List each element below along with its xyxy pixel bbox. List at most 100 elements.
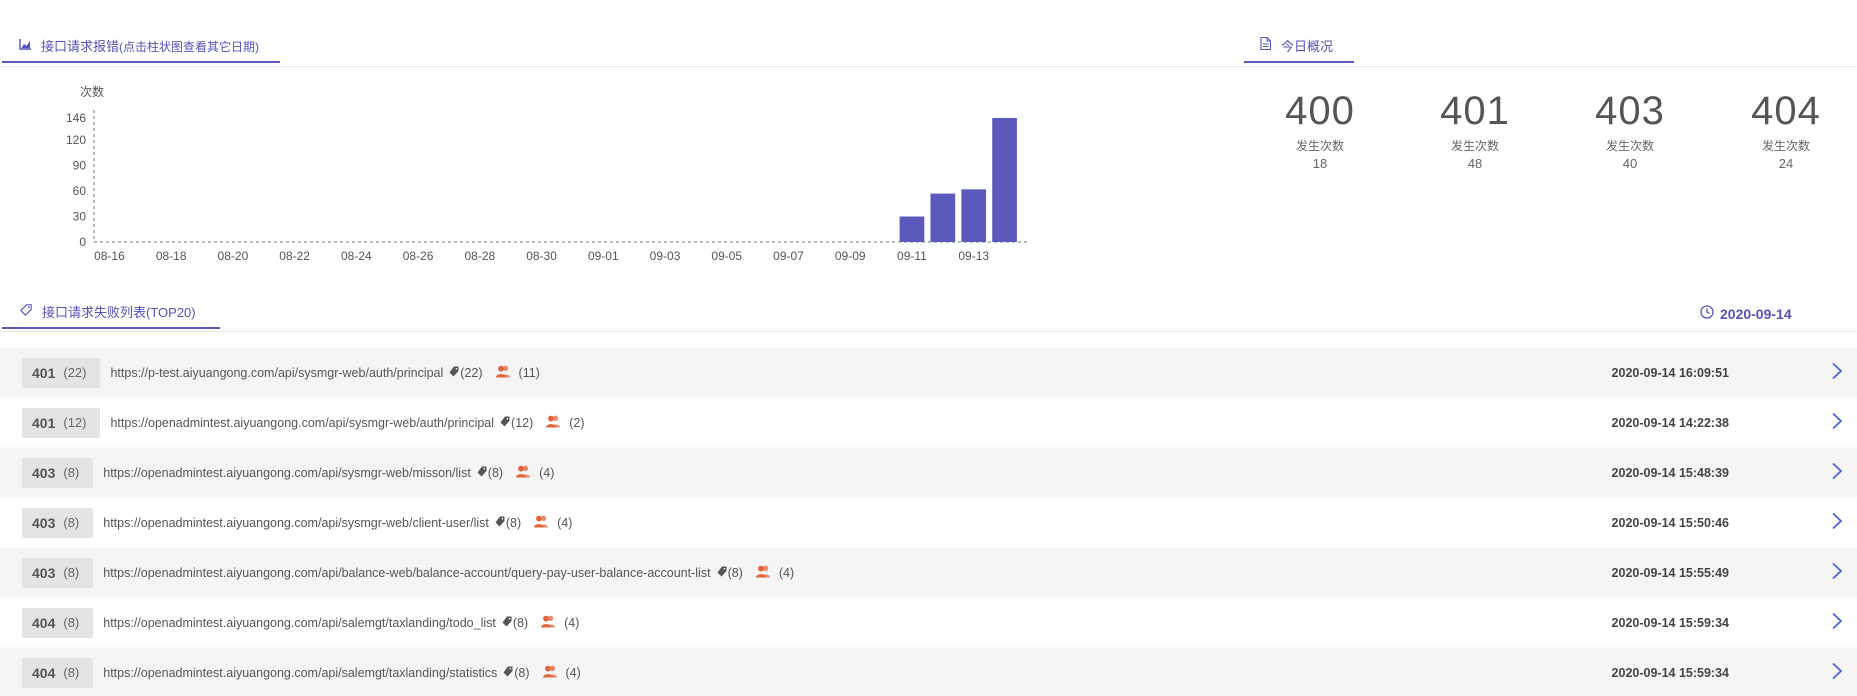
- stat-card-404: 404 发生次数 24: [1706, 88, 1857, 171]
- x-tick-label: 08-24: [341, 249, 372, 263]
- tag-icon: [717, 566, 727, 580]
- request-url[interactable]: https://openadmintest.aiyuangong.com/api…: [103, 616, 496, 630]
- x-tick-label: 09-11: [897, 249, 927, 263]
- status-code: 401: [32, 414, 56, 431]
- status-badge: 403 (8): [22, 557, 94, 588]
- y-tick-label: 120: [66, 133, 86, 147]
- row-time: 2020-09-14 15:59:34: [1611, 665, 1729, 680]
- document-icon: [1260, 36, 1272, 53]
- tab-fail-list-label: 接口请求失败列表(TOP20): [42, 304, 196, 320]
- x-tick-label: 09-05: [711, 249, 742, 263]
- x-tick-label: 09-13: [958, 249, 989, 263]
- chevron-right-icon[interactable]: [1831, 562, 1843, 585]
- users-icon: [495, 365, 511, 381]
- tag-count: (22): [460, 365, 483, 380]
- chevron-right-icon[interactable]: [1831, 462, 1843, 485]
- table-row[interactable]: 401 (12) https://openadmintest.aiyuangong.…: [0, 398, 1857, 448]
- stat-count: 18: [1312, 156, 1328, 171]
- x-tick-label: 09-01: [588, 249, 619, 263]
- request-url[interactable]: https://openadmintest.aiyuangong.com/api…: [103, 516, 489, 530]
- status-badge: 403 (8): [22, 507, 94, 538]
- tab-today-label: 今日概况: [1281, 38, 1334, 54]
- request-url[interactable]: https://openadmintest.aiyuangong.com/api…: [110, 416, 494, 430]
- table-row[interactable]: 404 (8) https://openadmintest.aiyuangong.c…: [0, 648, 1857, 696]
- request-url[interactable]: https://openadmintest.aiyuangong.com/api…: [103, 666, 497, 680]
- user-count: (4): [565, 665, 581, 680]
- user-count: (11): [518, 365, 540, 380]
- status-badge: 401 (22): [22, 357, 101, 388]
- status-count: (8): [63, 515, 80, 530]
- users-icon: [515, 465, 531, 481]
- stat-code: 401: [1440, 89, 1510, 133]
- tag-count: (8): [514, 665, 530, 680]
- chevron-right-icon[interactable]: [1831, 662, 1843, 685]
- user-count: (4): [539, 465, 555, 480]
- x-tick-label: 08-22: [279, 249, 310, 263]
- chevron-right-icon[interactable]: [1831, 362, 1843, 385]
- chart-bar[interactable]: [899, 216, 925, 242]
- chevron-right-icon[interactable]: [1831, 612, 1843, 635]
- stat-code: 404: [1751, 89, 1821, 133]
- list-divider: [0, 331, 1857, 332]
- user-count: (4): [557, 515, 573, 530]
- users-icon: [545, 415, 561, 431]
- chevron-right-icon[interactable]: [1831, 512, 1843, 535]
- tag-icon: [449, 366, 459, 380]
- table-row[interactable]: 404 (8) https://openadmintest.aiyuangong.c…: [0, 598, 1857, 648]
- tag-icon: [500, 416, 510, 430]
- request-url[interactable]: https://openadmintest.aiyuangong.com/api…: [103, 566, 710, 580]
- x-tick-label: 09-03: [650, 249, 681, 263]
- status-code: 403: [32, 514, 56, 531]
- errors-bar-chart: 次数 0 30 60 90 120 146 08-16 08-18 08-20 08-22 08-24…: [20, 82, 1220, 272]
- tag-icon: [495, 516, 505, 530]
- chart-svg: 次数 0 30 60 90 120 146 08-16 08-18 08-20 08-22 08-24…: [66, 84, 1030, 263]
- row-time: 2020-09-14 15:48:39: [1611, 465, 1729, 480]
- request-url[interactable]: https://p-test.aiyuangong.com/api/sysmgr…: [110, 366, 443, 380]
- tab-fail-list[interactable]: 接口请求失败列表(TOP20): [2, 294, 220, 329]
- tab-today[interactable]: 今日概况: [1244, 28, 1354, 63]
- tab-errors-chart[interactable]: 接口请求报错(点击柱状图查看其它日期): [2, 28, 280, 63]
- chart-icon: [19, 38, 31, 53]
- list-date[interactable]: 2020-09-14: [1700, 305, 1792, 322]
- status-badge: 403 (8): [22, 457, 94, 488]
- chevron-right-icon[interactable]: [1831, 412, 1843, 435]
- stat-count: 40: [1622, 156, 1638, 171]
- tag-count: (12): [511, 415, 534, 430]
- status-code: 404: [32, 664, 56, 681]
- chart-bar[interactable]: [961, 189, 987, 242]
- tag-icon: [20, 303, 32, 319]
- x-tick-label: 08-26: [403, 249, 434, 263]
- chart-bar[interactable]: [930, 193, 956, 242]
- x-tick-label: 08-18: [156, 249, 187, 263]
- top-divider: [0, 66, 1857, 67]
- y-axis-label: 次数: [80, 84, 104, 99]
- fail-list: 401 (22) https://p-test.aiyuangong.com/api…: [0, 348, 1857, 696]
- chart-bar[interactable]: [992, 118, 1017, 242]
- status-count: (8): [63, 465, 80, 480]
- table-row[interactable]: 403 (8) https://openadmintest.aiyuangong.c…: [0, 548, 1857, 598]
- status-code: 403: [32, 564, 56, 581]
- tag-count: (8): [505, 515, 522, 530]
- clock-icon: [1700, 305, 1714, 322]
- status-badge: 404 (8): [22, 607, 94, 638]
- row-time: 2020-09-14 16:09:51: [1611, 365, 1729, 380]
- status-code: 403: [32, 464, 56, 481]
- stat-card-400: 400 发生次数 18: [1240, 88, 1400, 171]
- user-count: (4): [778, 565, 795, 580]
- x-tick-label: 09-07: [773, 249, 804, 263]
- tag-icon: [502, 616, 512, 630]
- table-row[interactable]: 401 (22) https://p-test.aiyuangong.com/api…: [0, 348, 1857, 398]
- status-count: (22): [63, 365, 87, 380]
- tag-icon: [477, 466, 487, 480]
- list-date-text: 2020-09-14: [1720, 305, 1792, 322]
- tab-errors-chart-label: 接口请求报错: [41, 38, 120, 54]
- request-url[interactable]: https://openadmintest.aiyuangong.com/api…: [103, 466, 471, 480]
- table-row[interactable]: 403 (8) https://openadmintest.aiyuangong.c…: [0, 448, 1857, 498]
- table-row[interactable]: 403 (8) https://openadmintest.aiyuangong.c…: [0, 498, 1857, 548]
- y-tick-label: 146: [66, 111, 86, 125]
- status-code: 401: [32, 364, 56, 381]
- stat-card-403: 403 发生次数 40: [1550, 88, 1710, 171]
- row-time: 2020-09-14 15:59:34: [1611, 615, 1729, 630]
- tab-errors-chart-hint: (点击柱状图查看其它日期): [119, 39, 260, 54]
- user-count: (2): [569, 415, 585, 430]
